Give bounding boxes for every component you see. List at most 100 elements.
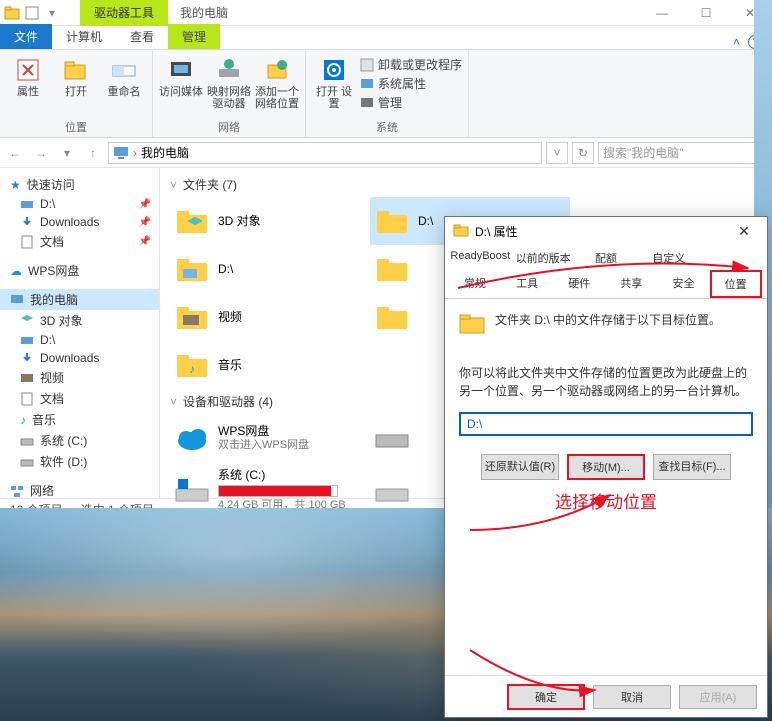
tab-file[interactable]: 文件 bbox=[0, 24, 52, 49]
drive-icon bbox=[20, 197, 34, 211]
folder-partial1[interactable] bbox=[370, 245, 440, 293]
checkbox-icon[interactable] bbox=[24, 5, 40, 21]
sidebar-item-downloads[interactable]: Downloads📌 bbox=[0, 213, 159, 231]
dialog-close-button[interactable]: ✕ bbox=[729, 223, 759, 240]
ribbon-properties[interactable]: 属性 bbox=[6, 52, 50, 98]
location-help-text: 你可以将此文件夹中文件存储的位置更改为此硬盘上的另一个位置、另一个驱动器或网络上… bbox=[459, 364, 753, 400]
tab-readyboost[interactable]: ReadyBoost bbox=[449, 245, 512, 270]
overflow-icon[interactable]: ▾ bbox=[44, 5, 60, 21]
tab-tools[interactable]: 工具 bbox=[501, 270, 553, 298]
tab-quota[interactable]: 配额 bbox=[575, 245, 638, 270]
search-box[interactable]: 搜索"我的电脑" bbox=[598, 142, 768, 164]
star-icon: ★ bbox=[10, 178, 21, 192]
document-icon bbox=[20, 392, 34, 406]
ribbon: 属性 打开 重命名 位置 访问媒体 映射网络 驱动器 添加一个 网络位置 网络 … bbox=[0, 50, 772, 138]
restore-default-button[interactable]: 还原默认值(R) bbox=[481, 454, 559, 480]
ribbon-group-location: 位置 bbox=[65, 117, 87, 137]
window-titlebar: ▾ 驱动器工具 我的电脑 ― ☐ ✕ bbox=[0, 0, 772, 26]
quick-access-toolbar: ▾ bbox=[0, 5, 64, 21]
cloud-icon bbox=[174, 420, 210, 456]
tab-computer[interactable]: 计算机 bbox=[52, 24, 116, 49]
address-bar[interactable]: › 我的电脑 bbox=[108, 142, 542, 164]
ribbon-uninstall-programs[interactable]: 卸载或更改程序 bbox=[360, 56, 462, 73]
tab-hardware[interactable]: 硬件 bbox=[553, 270, 605, 298]
navigation-pane: ★快速访问 D:\📌 Downloads📌 文档📌 ☁WPS网盘 我的电脑 3D… bbox=[0, 168, 160, 498]
sidebar-item-d[interactable]: D:\📌 bbox=[0, 195, 159, 213]
find-target-button[interactable]: 查找目标(F)... bbox=[653, 454, 731, 480]
pin-icon: 📌 bbox=[139, 217, 151, 228]
sidebar-wps[interactable]: ☁WPS网盘 bbox=[0, 260, 159, 281]
sidebar-item-d2[interactable]: D:\ bbox=[0, 331, 159, 349]
nav-up[interactable]: ↑ bbox=[82, 142, 104, 164]
ribbon-open[interactable]: 打开 bbox=[54, 52, 98, 98]
ribbon-map-network-drive[interactable]: 映射网络 驱动器 bbox=[207, 52, 251, 110]
folder-partial2[interactable] bbox=[370, 293, 440, 341]
tab-customize[interactable]: 自定义 bbox=[637, 245, 700, 270]
sidebar-this-pc[interactable]: 我的电脑 bbox=[0, 289, 159, 310]
folder-d2[interactable]: D:\ bbox=[170, 245, 370, 293]
folder-icon bbox=[174, 203, 210, 239]
ribbon-system-properties[interactable]: 系统属性 bbox=[360, 75, 462, 92]
nav-row: ← → ▾ ↑ › 我的电脑 ˅ ↻ 搜索"我的电脑" bbox=[0, 138, 772, 168]
folder-icon bbox=[374, 203, 410, 239]
dialog-footer: 确定 取消 应用(A) bbox=[445, 675, 767, 717]
contextual-tab-drivetools[interactable]: 驱动器工具 bbox=[80, 0, 168, 26]
ribbon-add-network-location[interactable]: 添加一个 网络位置 bbox=[255, 52, 299, 110]
nav-forward[interactable]: → bbox=[30, 142, 52, 164]
sidebar-item-music[interactable]: ♪音乐 bbox=[0, 409, 159, 430]
cloud-icon: ☁ bbox=[10, 264, 22, 278]
dialog-titlebar: D:\ 属性 ✕ bbox=[445, 217, 767, 245]
download-icon bbox=[20, 215, 34, 229]
ribbon-tabs: 文件 计算机 查看 管理 ˄? bbox=[0, 26, 772, 50]
minimize-button[interactable]: ― bbox=[640, 0, 684, 26]
breadcrumb[interactable]: 我的电脑 bbox=[141, 144, 189, 161]
folder-videos[interactable]: 视频 bbox=[170, 293, 370, 341]
tab-previous-versions[interactable]: 以前的版本 bbox=[512, 245, 575, 270]
drive-wps[interactable]: WPS网盘双击进入WPS网盘 bbox=[170, 414, 370, 462]
sidebar-item-sysc[interactable]: 系统 (C:) bbox=[0, 430, 159, 451]
ok-button[interactable]: 确定 bbox=[507, 684, 585, 710]
sidebar-item-downloads2[interactable]: Downloads bbox=[0, 349, 159, 367]
sidebar-item-softd[interactable]: 软件 (D:) bbox=[0, 451, 159, 472]
folder-3dobjects[interactable]: 3D 对象 bbox=[170, 197, 370, 245]
sidebar-item-documents2[interactable]: 文档 bbox=[0, 388, 159, 409]
this-pc-icon bbox=[113, 145, 129, 161]
collapse-ribbon-icon[interactable]: ˄ bbox=[733, 35, 740, 49]
this-pc-icon bbox=[10, 293, 24, 307]
dialog-title: D:\ 属性 bbox=[475, 223, 518, 240]
pin-icon: 📌 bbox=[139, 236, 151, 247]
tab-sharing[interactable]: 共享 bbox=[605, 270, 657, 298]
drive-icon bbox=[374, 472, 410, 508]
tab-location[interactable]: 位置 bbox=[710, 270, 762, 298]
move-button[interactable]: 移动(M)... bbox=[567, 454, 645, 480]
drive-icon bbox=[174, 472, 210, 508]
sidebar-item-documents[interactable]: 文档📌 bbox=[0, 231, 159, 252]
sidebar-quick-access[interactable]: ★快速访问 bbox=[0, 174, 159, 195]
drive-partial[interactable] bbox=[370, 414, 440, 462]
tab-view[interactable]: 查看 bbox=[116, 24, 168, 49]
ribbon-manage[interactable]: 管理 bbox=[360, 94, 462, 111]
group-header-folders[interactable]: ˅文件夹 (7) bbox=[170, 172, 762, 197]
tab-general[interactable]: 常规 bbox=[449, 270, 501, 298]
location-path-input[interactable] bbox=[459, 412, 753, 436]
sidebar-item-videos[interactable]: 视频 bbox=[0, 367, 159, 388]
refresh-button[interactable]: ↻ bbox=[572, 142, 594, 164]
ribbon-rename[interactable]: 重命名 bbox=[102, 52, 146, 98]
addr-dropdown[interactable]: ˅ bbox=[546, 142, 568, 164]
maximize-button[interactable]: ☐ bbox=[684, 0, 728, 26]
cancel-button[interactable]: 取消 bbox=[593, 685, 671, 709]
apply-button[interactable]: 应用(A) bbox=[679, 685, 757, 709]
folder-music[interactable]: ♪ 音乐 bbox=[170, 341, 370, 389]
nav-recent[interactable]: ▾ bbox=[56, 142, 78, 164]
tab-security[interactable]: 安全 bbox=[657, 270, 709, 298]
ribbon-group-system: 系统 bbox=[376, 117, 398, 137]
tab-manage[interactable]: 管理 bbox=[168, 24, 220, 49]
cube-icon bbox=[20, 314, 34, 328]
ribbon-access-media[interactable]: 访问媒体 bbox=[159, 52, 203, 110]
ribbon-open-settings[interactable]: 打开 设置 bbox=[312, 52, 356, 111]
sidebar-item-3dobjects[interactable]: 3D 对象 bbox=[0, 310, 159, 331]
nav-back[interactable]: ← bbox=[4, 142, 26, 164]
annotation-text: 选择移动位置 bbox=[459, 488, 753, 513]
drive-icon bbox=[20, 434, 34, 448]
sidebar-network[interactable]: 网络 bbox=[0, 480, 159, 498]
